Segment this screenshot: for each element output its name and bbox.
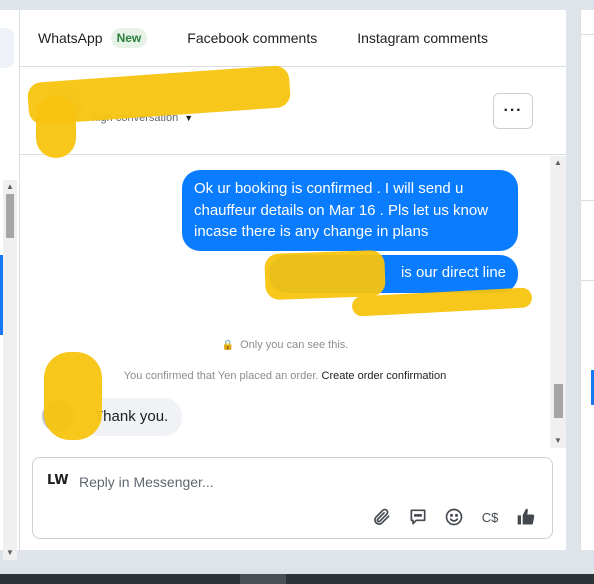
scroll-down-arrow-icon[interactable]: ▼: [550, 434, 566, 448]
taskbar-edge: [0, 574, 594, 584]
left-scrollbar[interactable]: ▲ ▼: [3, 180, 17, 560]
system-event: You confirmed that Yen placed an order. …: [20, 370, 550, 382]
taskbar-item[interactable]: [240, 574, 286, 584]
tab-label: WhatsApp: [38, 30, 103, 46]
tab-facebook-comments[interactable]: Facebook comments: [187, 10, 317, 67]
outgoing-message[interactable]: Ok ur booking is confirmed . I will send…: [182, 170, 518, 251]
left-scroll-thumb[interactable]: [6, 194, 14, 238]
lock-icon: 🔒: [221, 340, 235, 351]
thumbs-up-icon[interactable]: [512, 504, 540, 530]
create-order-confirmation-link[interactable]: Create order confirmation: [322, 370, 447, 382]
message-composer: LW C$: [32, 457, 553, 539]
page-avatar: LW: [47, 473, 69, 488]
channel-tabs: WhatsApp New Facebook comments Instagram…: [20, 10, 566, 67]
conversation-header: nigh conversation ▼ ···: [20, 67, 566, 155]
conversation-status-dropdown[interactable]: nigh conversation ▼: [92, 112, 193, 124]
privacy-notice-text: Only you can see this.: [240, 339, 349, 351]
caret-down-icon: ▼: [184, 113, 194, 123]
scroll-down-arrow-icon[interactable]: ▼: [3, 546, 17, 560]
privacy-notice: 🔒 Only you can see this.: [20, 339, 550, 351]
divider: [581, 280, 594, 281]
composer-toolbar: C$: [360, 504, 540, 530]
tab-whatsapp[interactable]: WhatsApp New: [38, 10, 148, 67]
message-thread: Ok ur booking is confirmed . I will send…: [20, 156, 550, 446]
conversation-status-label: nigh conversation: [92, 112, 179, 124]
system-event-text: You confirmed that Yen placed an order.: [123, 370, 319, 382]
divider: [581, 34, 594, 35]
thread-scrollbar[interactable]: ▲ ▼: [550, 156, 566, 448]
tab-instagram-comments[interactable]: Instagram comments: [357, 10, 488, 67]
scroll-up-arrow-icon[interactable]: ▲: [550, 156, 566, 170]
paperclip-icon[interactable]: [368, 504, 396, 530]
reply-input[interactable]: [79, 470, 519, 494]
tab-label: Instagram comments: [357, 30, 488, 46]
outgoing-message[interactable]: is our direct line: [269, 255, 518, 293]
left-panel-edge: ▲ ▼: [0, 10, 20, 560]
incoming-message[interactable]: Thank you.: [80, 398, 183, 436]
left-tab-stub[interactable]: [0, 28, 14, 68]
contact-avatar-small: [42, 400, 74, 432]
divider: [581, 200, 594, 201]
more-options-button[interactable]: ···: [493, 93, 533, 129]
currency-icon[interactable]: C$: [476, 504, 504, 530]
scroll-up-arrow-icon[interactable]: ▲: [3, 180, 17, 194]
contact-avatar[interactable]: [42, 87, 82, 127]
right-panel-edge: [580, 10, 594, 550]
chat-bubble-icon[interactable]: [404, 504, 432, 530]
tab-label: Facebook comments: [187, 30, 318, 46]
new-badge: New: [110, 28, 148, 48]
smiley-icon[interactable]: [440, 504, 468, 530]
thread-scroll-thumb[interactable]: [554, 384, 563, 418]
conversation-panel: WhatsApp New Facebook comments Instagram…: [20, 10, 566, 550]
